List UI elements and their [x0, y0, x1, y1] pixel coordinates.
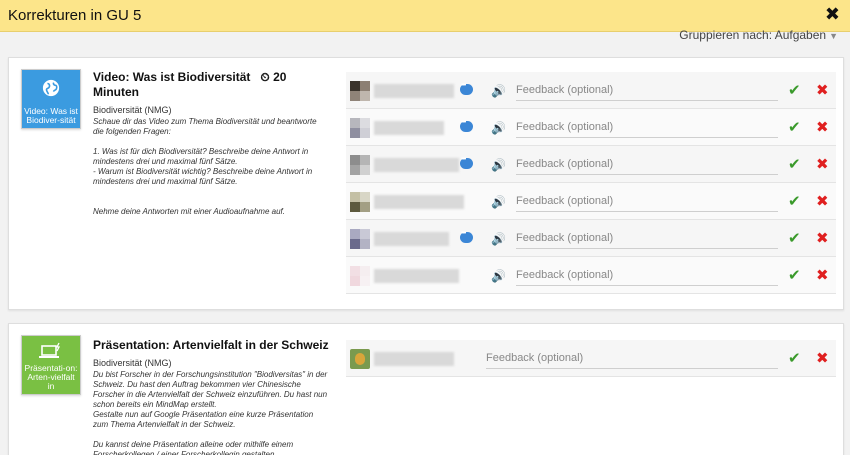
chat-icon[interactable]: [460, 230, 473, 243]
task-subject: Biodiversität (NMG): [93, 105, 172, 115]
reject-icon[interactable]: ✖: [816, 155, 829, 173]
accept-icon[interactable]: ✔: [788, 349, 801, 367]
description-line: Nehme deine Antworten mit einer Audioauf…: [93, 207, 285, 216]
accept-icon[interactable]: ✔: [788, 155, 801, 173]
student-name: [374, 352, 454, 366]
reject-icon[interactable]: ✖: [816, 192, 829, 210]
task-card: Video: Was ist Biodiver-sität Video: Was…: [8, 57, 844, 310]
description-line: - Warum ist Biodiversität wichtig? Besch…: [93, 167, 313, 186]
student-name: [374, 84, 454, 98]
submission-list: 🔊 ✔ ✖ 🔊 ✔ ✖ 🔊 ✔: [346, 72, 836, 294]
feedback-input[interactable]: [516, 190, 778, 212]
description-line: Gestalte nun auf Google Präsentation ein…: [93, 410, 314, 429]
submission-row: 🔊 ✔ ✖: [346, 183, 836, 220]
student-name: [374, 195, 464, 209]
chat-icon[interactable]: [460, 119, 473, 132]
submission-row: ✔ ✖: [346, 340, 836, 377]
reject-icon[interactable]: ✖: [816, 266, 829, 284]
submission-row: 🔊 ✔ ✖: [346, 146, 836, 183]
chat-icon[interactable]: [460, 156, 473, 169]
student-name: [374, 121, 444, 135]
accept-icon[interactable]: ✔: [788, 118, 801, 136]
laptop-icon: [39, 342, 61, 358]
task-subject: Biodiversität (NMG): [93, 358, 172, 368]
feedback-input[interactable]: [516, 153, 778, 175]
group-by-label: Gruppieren nach: Aufgaben: [679, 28, 827, 42]
task-title-text: Video: Was ist Biodiversität: [93, 70, 251, 84]
description-gap: [93, 197, 329, 207]
feedback-input[interactable]: [516, 264, 778, 286]
audio-icon[interactable]: 🔊: [491, 158, 506, 172]
description-gap: [93, 187, 329, 197]
submission-row: 🔊 ✔ ✖: [346, 109, 836, 146]
avatar: [350, 81, 370, 101]
avatar: [350, 349, 370, 369]
task-card: Präsentati-on: Arten-vielfalt in Präsent…: [8, 323, 844, 455]
feedback-input[interactable]: [516, 227, 778, 249]
submission-row: 🔊 ✔ ✖: [346, 257, 836, 294]
task-description: Schaue dir das Video zum Thema Biodivers…: [93, 117, 329, 217]
accept-icon[interactable]: ✔: [788, 192, 801, 210]
feedback-input[interactable]: [516, 79, 778, 101]
feedback-input[interactable]: [486, 347, 778, 369]
task-thumbnail[interactable]: Video: Was ist Biodiver-sität: [21, 69, 81, 129]
task-details: Präsentation: Artenvielfalt in der Schwe…: [93, 338, 329, 455]
thumbnail-label: Präsentati-on: Arten-vielfalt in: [24, 363, 78, 391]
task-title: Präsentation: Artenvielfalt in der Schwe…: [93, 338, 329, 352]
description-gap: [93, 137, 329, 147]
group-by-dropdown[interactable]: Gruppieren nach: Aufgaben ▼: [679, 28, 838, 42]
feedback-input[interactable]: [516, 116, 778, 138]
clock-icon: ⏲: [260, 70, 270, 84]
reject-icon[interactable]: ✖: [816, 349, 829, 367]
page-title: Korrekturen in GU 5: [8, 7, 142, 24]
task-thumbnail[interactable]: Präsentati-on: Arten-vielfalt in: [21, 335, 81, 395]
avatar: [350, 266, 370, 286]
avatar: [350, 229, 370, 249]
submission-row: 🔊 ✔ ✖: [346, 72, 836, 109]
reject-icon[interactable]: ✖: [816, 229, 829, 247]
description-line: Schaue dir das Video zum Thema Biodivers…: [93, 117, 317, 136]
student-name: [374, 158, 459, 172]
chevron-down-icon: ▼: [829, 31, 838, 41]
accept-icon[interactable]: ✔: [788, 266, 801, 284]
student-name: [374, 269, 459, 283]
student-name: [374, 232, 449, 246]
accept-icon[interactable]: ✔: [788, 229, 801, 247]
description-line: 1. Was ist für dich Biodiversität? Besch…: [93, 147, 309, 166]
description-line: Du kannst deine Präsentation alleine ode…: [93, 440, 294, 455]
audio-icon[interactable]: 🔊: [491, 195, 506, 209]
description-line: Du bist Forscher in der Forschungsinstit…: [93, 370, 328, 409]
submission-list: ✔ ✖: [346, 340, 836, 377]
task-title: Video: Was ist Biodiversität ⏲ 20 Minuten: [93, 70, 329, 99]
chat-icon[interactable]: [460, 82, 473, 95]
avatar: [350, 155, 370, 175]
task-description: Du bist Forscher in der Forschungsinstit…: [93, 370, 329, 455]
audio-icon[interactable]: 🔊: [491, 232, 506, 246]
avatar: [350, 192, 370, 212]
audio-icon[interactable]: 🔊: [491, 84, 506, 98]
thumbnail-label: Video: Was ist Biodiver-sität: [24, 106, 78, 125]
audio-icon[interactable]: 🔊: [491, 269, 506, 283]
accept-icon[interactable]: ✔: [788, 81, 801, 99]
submission-row: 🔊 ✔ ✖: [346, 220, 836, 257]
globe-icon: [42, 79, 60, 97]
avatar: [350, 118, 370, 138]
reject-icon[interactable]: ✖: [816, 118, 829, 136]
reject-icon[interactable]: ✖: [816, 81, 829, 99]
description-gap: [93, 430, 329, 440]
task-details: Video: Was ist Biodiversität ⏲ 20 Minuten…: [93, 70, 329, 217]
audio-icon[interactable]: 🔊: [491, 121, 506, 135]
close-icon[interactable]: ✖: [825, 4, 840, 25]
